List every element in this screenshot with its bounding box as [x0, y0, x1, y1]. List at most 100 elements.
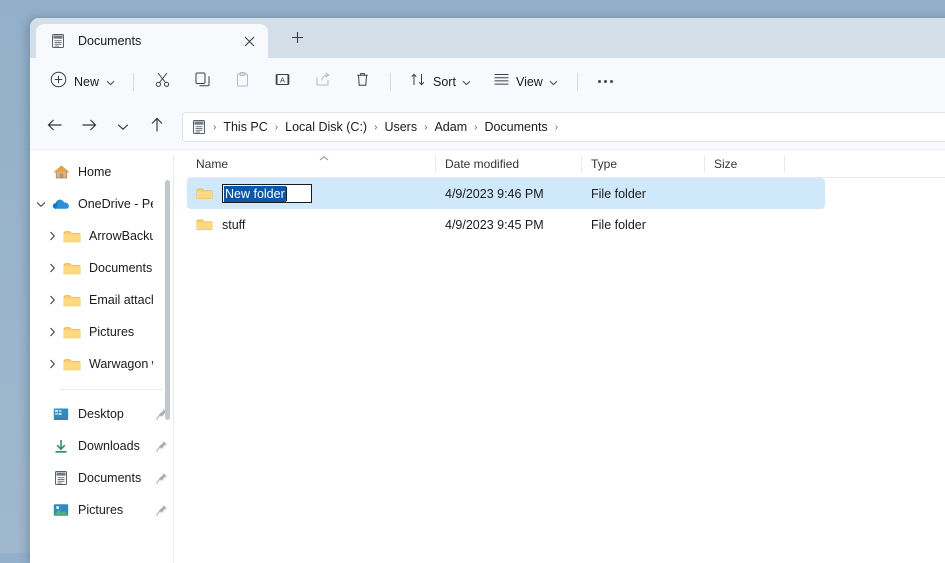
sidebar-item-downloads[interactable]: Downloads: [30, 430, 173, 462]
breadcrumb-separator: ›: [374, 121, 378, 133]
cut-button[interactable]: [145, 66, 179, 98]
cell-type: File folder: [591, 217, 646, 232]
delete-button[interactable]: [345, 66, 379, 98]
recent-locations-button[interactable]: [108, 112, 138, 142]
command-toolbar: New A Sort View: [30, 58, 945, 105]
sidebar-label: Downloads: [78, 439, 140, 453]
column-header-name[interactable]: Name: [187, 150, 436, 177]
folder-icon: [63, 261, 81, 276]
sidebar-item-documents-quick[interactable]: Documents: [30, 462, 173, 494]
forward-button[interactable]: [74, 112, 104, 142]
sort-label: Sort: [433, 74, 456, 89]
view-button[interactable]: View: [485, 66, 566, 98]
see-more-button[interactable]: [589, 66, 623, 98]
breadcrumb-separator: ›: [424, 121, 428, 133]
column-header-date-modified[interactable]: Date modified: [436, 150, 582, 177]
sort-arrows-icon: [410, 72, 427, 92]
breadcrumb-separator: ›: [274, 121, 279, 133]
rename-selected-text: New folder: [224, 185, 286, 202]
sort-button[interactable]: Sort: [402, 66, 479, 98]
sidebar-item-pictures-quick[interactable]: Pictures: [30, 494, 173, 526]
chevron-expanded-icon[interactable]: [30, 201, 52, 208]
cell-name[interactable]: New folder: [187, 184, 436, 203]
sidebar-item-pictures-onedrive[interactable]: Pictures: [30, 316, 173, 348]
folder-icon: [63, 325, 81, 340]
copy-button[interactable]: [185, 66, 219, 98]
sidebar-item-documents-onedrive[interactable]: Documents: [30, 252, 173, 284]
cell-name[interactable]: stuff: [187, 217, 436, 232]
file-explorer-window: Documents New A Sort View › This PC › Lo…: [30, 18, 945, 563]
folder-icon: [196, 186, 213, 201]
sidebar-scrollbar[interactable]: [165, 180, 170, 420]
documents-icon: [52, 470, 70, 486]
chevron-down-icon: [549, 73, 558, 91]
chevron-collapsed-icon[interactable]: [41, 359, 63, 369]
pin-icon[interactable]: [153, 472, 169, 485]
address-bar[interactable]: › This PC › Local Disk (C:) › Users › Ad…: [182, 112, 945, 142]
arrow-left-icon: [47, 118, 63, 137]
breadcrumb-users[interactable]: Users: [379, 117, 422, 137]
sidebar-label: Pictures: [89, 325, 135, 339]
onedrive-cloud-icon: [52, 197, 70, 211]
up-button[interactable]: [142, 112, 172, 142]
breadcrumb-adam[interactable]: Adam: [429, 117, 472, 137]
share-button[interactable]: [305, 66, 339, 98]
toolbar-separator-3: [576, 72, 578, 91]
sidebar-item-email-attachments[interactable]: Email attachm: [30, 284, 173, 316]
sidebar-item-warwagon-work[interactable]: Warwagon wo: [30, 348, 173, 380]
address-bar-row: › This PC › Local Disk (C:) › Users › Ad…: [30, 105, 945, 150]
trash-icon: [354, 71, 371, 93]
sidebar-label: Documents: [78, 471, 142, 485]
documents-tab-icon: [50, 33, 66, 49]
breadcrumb-separator-trailing[interactable]: ›: [553, 122, 560, 133]
chevron-down-icon: [462, 73, 471, 91]
clipboard-icon: [234, 71, 251, 93]
tab-documents[interactable]: Documents: [36, 24, 268, 58]
chevron-collapsed-icon[interactable]: [41, 295, 63, 305]
pictures-icon: [52, 503, 70, 517]
column-header-label: Name: [196, 156, 229, 171]
text-caret: [285, 186, 287, 201]
column-header-type[interactable]: Type: [582, 150, 705, 177]
cell-date-modified: 4/9/2023 9:46 PM: [445, 186, 544, 201]
breadcrumb-documents[interactable]: Documents: [479, 117, 552, 137]
sort-ascending-icon: [318, 151, 330, 165]
column-header-size[interactable]: Size: [705, 150, 785, 177]
paste-button[interactable]: [225, 66, 259, 98]
sidebar-label: Desktop: [78, 407, 124, 421]
view-label: View: [515, 74, 543, 89]
rename-input[interactable]: New folder: [222, 184, 312, 203]
pin-icon[interactable]: [153, 504, 169, 517]
chevron-down-icon: [117, 118, 129, 136]
table-row[interactable]: stuff 4/9/2023 9:45 PM File folder: [187, 209, 825, 240]
table-row[interactable]: New folder 4/9/2023 9:46 PM File folder: [187, 178, 825, 209]
file-list: Name Date modified Type Size New folder …: [174, 150, 945, 563]
cell-date-modified: 4/9/2023 9:45 PM: [445, 217, 544, 232]
chevron-collapsed-icon[interactable]: [41, 231, 63, 241]
sidebar-item-arrowbackup[interactable]: ArrowBackup: [30, 220, 173, 252]
folder-icon: [63, 293, 81, 308]
sidebar-item-onedrive[interactable]: OneDrive - Pers: [30, 188, 173, 220]
breadcrumb-local-disk[interactable]: Local Disk (C:): [280, 117, 372, 137]
close-icon[interactable]: [238, 30, 260, 52]
rename-button[interactable]: A: [265, 66, 299, 98]
chevron-collapsed-icon[interactable]: [41, 263, 63, 273]
breadcrumb-this-pc[interactable]: This PC: [218, 117, 272, 137]
pin-icon[interactable]: [153, 440, 169, 453]
new-button[interactable]: New: [42, 66, 125, 98]
cell-type: File folder: [591, 186, 646, 201]
documents-folder-icon: [191, 119, 207, 135]
sidebar-item-desktop[interactable]: Desktop: [30, 398, 173, 430]
back-button[interactable]: [40, 112, 70, 142]
toolbar-separator-2: [390, 72, 392, 91]
sidebar-label: Documents: [89, 261, 153, 275]
tab-strip: Documents: [30, 18, 945, 58]
sidebar-label: ArrowBackup: [89, 229, 153, 243]
chevron-collapsed-icon[interactable]: [41, 327, 63, 337]
folder-icon: [63, 229, 81, 244]
new-tab-button[interactable]: [282, 25, 312, 55]
breadcrumb-separator: ›: [213, 121, 217, 133]
sidebar-item-home[interactable]: Home: [30, 156, 173, 188]
plus-circle-icon: [50, 71, 67, 93]
sidebar-label: Pictures: [78, 503, 124, 517]
